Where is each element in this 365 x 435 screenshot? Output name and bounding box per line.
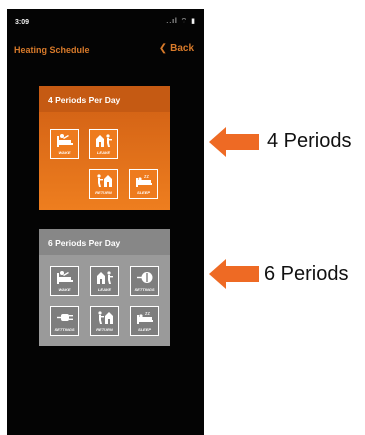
nav-bar: Heating Schedule ❮ Back xyxy=(7,33,204,65)
tile-label: SETTINGS xyxy=(134,287,155,292)
callout-label: 6 Periods xyxy=(264,263,349,285)
svg-text:zz: zz xyxy=(145,311,151,317)
six-periods-card[interactable]: 6 Periods Per Day WAKE LEAVE SETTINGS SE… xyxy=(39,229,170,346)
tile-label: SLEEP xyxy=(136,190,151,195)
four-periods-callout: 4 Periods xyxy=(209,126,359,158)
return-icon xyxy=(96,174,112,187)
settings-plug-tile[interactable]: SETTINGS xyxy=(50,306,79,336)
chevron-left-icon: ❮ xyxy=(158,43,168,54)
leave-icon xyxy=(95,134,112,147)
back-label: Back xyxy=(170,43,194,54)
phone-screen: 3:09 ..ıl ⌔ ▮ Heating Schedule ❮ Back 4 P… xyxy=(7,9,204,435)
tile-label: RETURN xyxy=(95,190,112,195)
status-icons: ..ıl ⌔ ▮ xyxy=(166,18,196,25)
wake-icon xyxy=(56,271,73,284)
svg-text:zz: zz xyxy=(144,174,150,180)
tile-label: SLEEP xyxy=(137,327,152,332)
leave-tile[interactable]: LEAVE xyxy=(90,266,119,296)
six-periods-callout: 6 Periods xyxy=(209,258,359,290)
card-title: 6 Periods Per Day xyxy=(48,238,121,248)
wake-tile[interactable]: WAKE xyxy=(50,266,79,296)
wake-tile[interactable]: WAKE xyxy=(50,129,79,159)
card-title: 4 Periods Per Day xyxy=(48,95,121,105)
return-icon xyxy=(97,311,113,324)
back-button[interactable]: ❮ Back xyxy=(159,43,194,54)
tile-label: WAKE xyxy=(58,287,71,292)
callout-label: 4 Periods xyxy=(267,130,352,152)
status-bar: 3:09 ..ıl ⌔ ▮ xyxy=(7,9,204,33)
leave-icon xyxy=(96,271,113,284)
leave-tile[interactable]: LEAVE xyxy=(89,129,118,159)
card-header: 4 Periods Per Day xyxy=(39,86,170,112)
settings-icon xyxy=(136,272,152,283)
sleep-tile[interactable]: zz SLEEP xyxy=(129,169,158,199)
settings-plug-icon xyxy=(56,314,73,321)
sleep-icon: zz xyxy=(136,311,153,324)
status-time: 3:09 xyxy=(15,19,30,26)
tile-label: RETURN xyxy=(96,327,113,332)
four-periods-card[interactable]: 4 Periods Per Day WAKE LEAVE RETURN zz S… xyxy=(39,86,170,210)
tile-label: SETTINGS xyxy=(54,327,75,332)
return-tile[interactable]: RETURN xyxy=(89,169,118,199)
page-title: Heating Schedule xyxy=(14,45,90,55)
card-header: 6 Periods Per Day xyxy=(39,229,170,255)
tile-label: LEAVE xyxy=(96,150,111,155)
sleep-tile[interactable]: zz SLEEP xyxy=(130,306,159,336)
tile-label: LEAVE xyxy=(97,287,112,292)
sleep-icon: zz xyxy=(135,174,152,187)
arrow-left-icon xyxy=(209,259,259,289)
wake-icon xyxy=(56,134,73,147)
return-tile[interactable]: RETURN xyxy=(90,306,119,336)
arrow-left-icon xyxy=(209,127,259,157)
tile-label: WAKE xyxy=(58,150,71,155)
settings-tile[interactable]: SETTINGS xyxy=(130,266,159,296)
